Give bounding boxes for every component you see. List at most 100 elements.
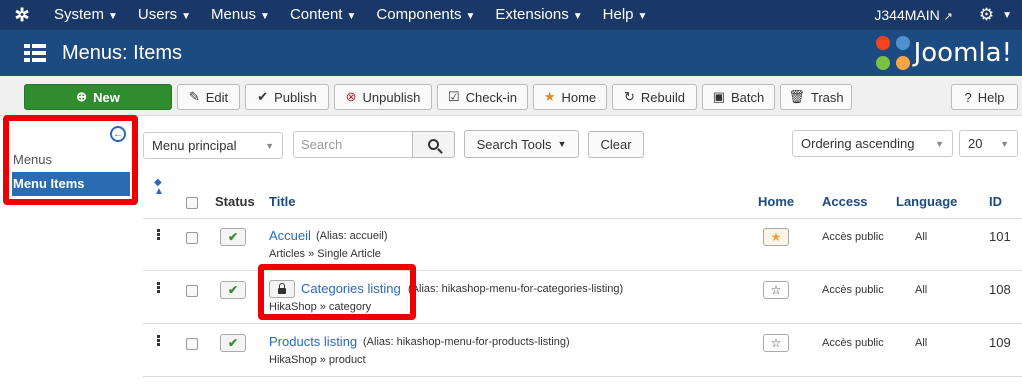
language: All <box>915 284 928 296</box>
divider <box>143 323 1022 324</box>
search-icon <box>428 139 439 150</box>
row-checkbox[interactable] <box>186 338 198 350</box>
refresh-icon: ↻ <box>624 89 635 104</box>
cancel-circle-icon: ⊗ <box>345 89 357 104</box>
menu-list-icon <box>24 44 46 62</box>
trash-icon: 🗑 <box>788 89 805 104</box>
check-icon: ✔ <box>257 89 269 104</box>
batch-icon: ▣ <box>712 89 726 104</box>
menu-components[interactable]: Components ▼ <box>366 0 485 30</box>
publish-button[interactable]: ✔ Publish <box>245 84 329 110</box>
question-circle-icon: ? <box>964 89 972 105</box>
trash-button[interactable]: 🗑 Trash <box>780 84 852 110</box>
caret-down-icon: ▼ <box>572 11 583 22</box>
joomla-logo: Joomla! <box>875 36 1012 70</box>
toolbar: ⊕ New ✎ Edit ✔ Publish ⊗ Unpublish ☑ Check-in… <box>0 76 1022 116</box>
menu-select[interactable]: Menu principal ▼ <box>143 132 283 159</box>
title-bar: Menus: Items Joomla! <box>0 30 1022 76</box>
menu-item-alias: (Alias: hikashop-menu-for-categories-lis… <box>408 283 624 295</box>
highlight-box-sidebar <box>3 115 138 205</box>
divider <box>143 376 1022 377</box>
home-star-outline-icon[interactable]: ☆ <box>763 281 789 299</box>
caret-down-icon: ▼ <box>346 11 357 22</box>
caret-down-icon: ▼ <box>1002 9 1012 21</box>
published-check-icon[interactable]: ✔ <box>220 334 246 352</box>
menu-item-type: Articles » Single Article <box>269 248 381 260</box>
select-all-checkbox[interactable] <box>186 197 198 209</box>
access-level: Accès public <box>822 337 884 349</box>
drag-handle-icon[interactable] <box>157 335 160 347</box>
caret-down-icon: ▼ <box>637 11 648 22</box>
caret-down-icon: ▼ <box>935 139 944 149</box>
search-button[interactable] <box>412 131 455 158</box>
star-icon: ★ <box>543 89 556 104</box>
divider <box>143 218 1022 219</box>
new-button[interactable]: ⊕ New <box>24 84 172 110</box>
item-id: 108 <box>989 282 1011 297</box>
checkin-button[interactable]: ☑ Check-in <box>437 84 528 110</box>
access-level: Accès public <box>822 284 884 296</box>
menu-extensions[interactable]: Extensions ▼ <box>485 0 592 30</box>
page-title: Menus: Items <box>62 41 183 64</box>
row-checkbox[interactable] <box>186 232 198 244</box>
menu-item-alias: (Alias: hikashop-menu-for-products-listi… <box>363 336 570 348</box>
batch-button[interactable]: ▣ Batch <box>702 84 775 110</box>
joomla-icon[interactable]: ✲ <box>0 0 44 30</box>
column-id[interactable]: ID <box>989 194 1002 209</box>
plus-circle-icon: ⊕ <box>76 89 88 104</box>
caret-down-icon: ▼ <box>260 11 270 22</box>
caret-down-icon: ▼ <box>557 139 567 149</box>
menu-users[interactable]: Users ▼ <box>128 0 201 30</box>
language: All <box>915 337 928 349</box>
search-input[interactable]: Search <box>293 131 413 158</box>
language: All <box>915 231 928 243</box>
top-menu: System ▼ Users ▼ Menus ▼ Content ▼ Component… <box>44 0 657 30</box>
drag-handle-icon[interactable] <box>157 229 160 241</box>
clear-button[interactable]: Clear <box>588 131 644 158</box>
top-navbar: ✲ System ▼ Users ▼ Menus ▼ Content ▼ Compone… <box>0 0 1022 30</box>
home-button[interactable]: ★ Home <box>533 84 607 110</box>
help-button[interactable]: ? Help <box>951 84 1018 110</box>
home-star-outline-icon[interactable]: ☆ <box>763 334 789 352</box>
column-language[interactable]: Language <box>896 194 957 209</box>
access-level: Accès public <box>822 231 884 243</box>
menu-system[interactable]: System ▼ <box>44 0 128 30</box>
row-checkbox[interactable] <box>186 285 198 297</box>
column-status[interactable]: Status <box>215 194 255 209</box>
column-title[interactable]: Title <box>269 194 296 209</box>
checkbox-icon: ☑ <box>448 89 460 104</box>
external-link-icon: ↗ <box>943 11 953 23</box>
menu-item-title[interactable]: Products listing <box>269 334 357 349</box>
column-home[interactable]: Home <box>758 194 794 209</box>
caret-down-icon: ▼ <box>465 11 476 22</box>
limit-select[interactable]: 20 ▼ <box>959 130 1018 157</box>
unpublish-button[interactable]: ⊗ Unpublish <box>334 84 432 110</box>
menu-item-title[interactable]: Accueil <box>269 228 311 243</box>
caret-down-icon: ▼ <box>108 11 118 22</box>
search-tools-button[interactable]: Search Tools ▼ <box>464 130 579 158</box>
item-id: 109 <box>989 335 1011 350</box>
drag-handle-icon[interactable] <box>157 282 160 294</box>
rebuild-button[interactable]: ↻ Rebuild <box>612 84 697 110</box>
edit-button[interactable]: ✎ Edit <box>177 84 240 110</box>
site-link[interactable]: J344MAIN ↗ <box>874 7 952 23</box>
menu-content[interactable]: Content ▼ <box>280 0 366 30</box>
column-access[interactable]: Access <box>822 194 868 209</box>
menu-help[interactable]: Help ▼ <box>593 0 658 30</box>
ordering-select[interactable]: Ordering ascending ▼ <box>792 130 953 157</box>
joomla-wordmark: Joomla! <box>913 38 1012 68</box>
menu-item-type: HikaShop » product <box>269 354 366 366</box>
caret-down-icon: ▼ <box>265 141 274 151</box>
edit-icon: ✎ <box>188 89 200 104</box>
published-check-icon[interactable]: ✔ <box>220 281 246 299</box>
highlight-box-title <box>258 264 416 320</box>
published-check-icon[interactable]: ✔ <box>220 228 246 246</box>
home-star-icon[interactable]: ★ <box>763 228 789 246</box>
menu-menus[interactable]: Menus ▼ <box>201 0 280 30</box>
menu-item-alias: (Alias: accueil) <box>316 230 388 242</box>
sort-ordering-icon[interactable]: ◆ ▲ <box>154 178 164 197</box>
item-id: 101 <box>989 229 1011 244</box>
caret-down-icon: ▼ <box>181 11 191 22</box>
caret-down-icon: ▼ <box>1000 139 1009 149</box>
gear-icon[interactable]: ⚙ <box>979 5 994 25</box>
